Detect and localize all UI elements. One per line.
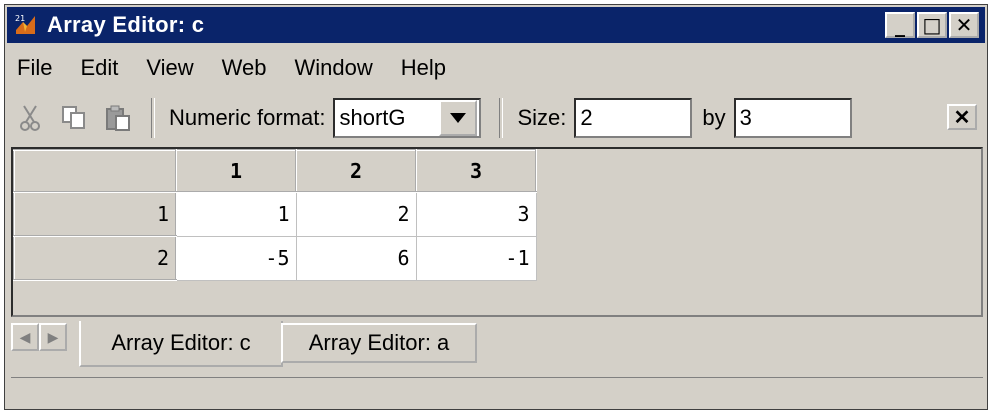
numeric-format-value: shortG <box>339 105 406 130</box>
menu-file[interactable]: File <box>15 55 54 81</box>
dropdown-arrow-icon[interactable] <box>439 100 478 136</box>
by-label: by <box>702 105 726 130</box>
column-header[interactable]: 3 <box>415 149 537 193</box>
close-document-button[interactable]: ✕ <box>947 104 977 130</box>
tab-label: Array Editor: a <box>308 330 450 355</box>
svg-text:21: 21 <box>15 14 25 23</box>
paste-icon[interactable] <box>103 103 133 133</box>
rows-input[interactable]: 2 <box>574 98 693 138</box>
tab-label: Array Editor: c <box>111 330 251 355</box>
copy-icon[interactable] <box>59 103 89 133</box>
table-cell[interactable]: 1 <box>175 191 297 237</box>
toolbar: Numeric format: shortG Size: 2 by 3 ✕ <box>15 93 977 143</box>
cut-icon[interactable] <box>15 103 45 133</box>
tab-array-editor-c[interactable]: Array Editor: c <box>79 321 283 367</box>
minimize-button[interactable]: _ <box>885 12 915 38</box>
menu-window[interactable]: Window <box>293 55 375 81</box>
table-row: 1 1 2 3 <box>13 191 537 237</box>
menu-web[interactable]: Web <box>220 55 269 81</box>
array-editor-window: 21 Array Editor: c _ □ ✕ File Edit View … <box>4 4 988 410</box>
table-cell[interactable]: 6 <box>295 235 417 281</box>
cols-input[interactable]: 3 <box>733 98 852 138</box>
column-header[interactable]: 1 <box>175 149 297 193</box>
window-title: Array Editor: c <box>47 12 205 37</box>
toolbar-separator <box>499 98 504 138</box>
data-table: 1 2 3 1 1 2 3 2 -5 6 -1 <box>13 149 537 281</box>
table-cell[interactable]: -5 <box>175 235 297 281</box>
numeric-format-select[interactable]: shortG <box>333 98 482 138</box>
menu-help[interactable]: Help <box>399 55 448 81</box>
numeric-format-label: Numeric format: <box>169 105 326 130</box>
row-header[interactable]: 2 <box>13 235 177 281</box>
tab-array-editor-a[interactable]: Array Editor: a <box>281 323 477 363</box>
row-header[interactable]: 1 <box>13 191 177 237</box>
tab-strip: ◀ ▶ Array Editor: c Array Editor: a <box>11 321 983 407</box>
scroll-right-icon[interactable]: ▶ <box>39 323 67 351</box>
table-row: 2 -5 6 -1 <box>13 235 537 281</box>
maximize-button[interactable]: □ <box>917 12 947 38</box>
matlab-logo-icon: 21 <box>13 12 39 38</box>
menu-bar: File Edit View Web Window Help <box>15 51 448 85</box>
close-button[interactable]: ✕ <box>949 12 979 38</box>
toolbar-separator <box>151 98 155 138</box>
array-grid: 1 2 3 1 1 2 3 2 -5 6 -1 <box>11 147 983 317</box>
size-label: Size: <box>517 105 567 130</box>
column-header[interactable]: 2 <box>295 149 417 193</box>
scroll-left-icon[interactable]: ◀ <box>11 323 39 351</box>
table-cell[interactable]: -1 <box>415 235 537 281</box>
corner-header[interactable] <box>13 149 177 193</box>
status-bar <box>11 377 983 402</box>
table-cell[interactable]: 2 <box>295 191 417 237</box>
menu-view[interactable]: View <box>144 55 195 81</box>
table-cell[interactable]: 3 <box>415 191 537 237</box>
menu-edit[interactable]: Edit <box>78 55 120 81</box>
title-bar[interactable]: 21 Array Editor: c _ □ ✕ <box>7 7 985 43</box>
